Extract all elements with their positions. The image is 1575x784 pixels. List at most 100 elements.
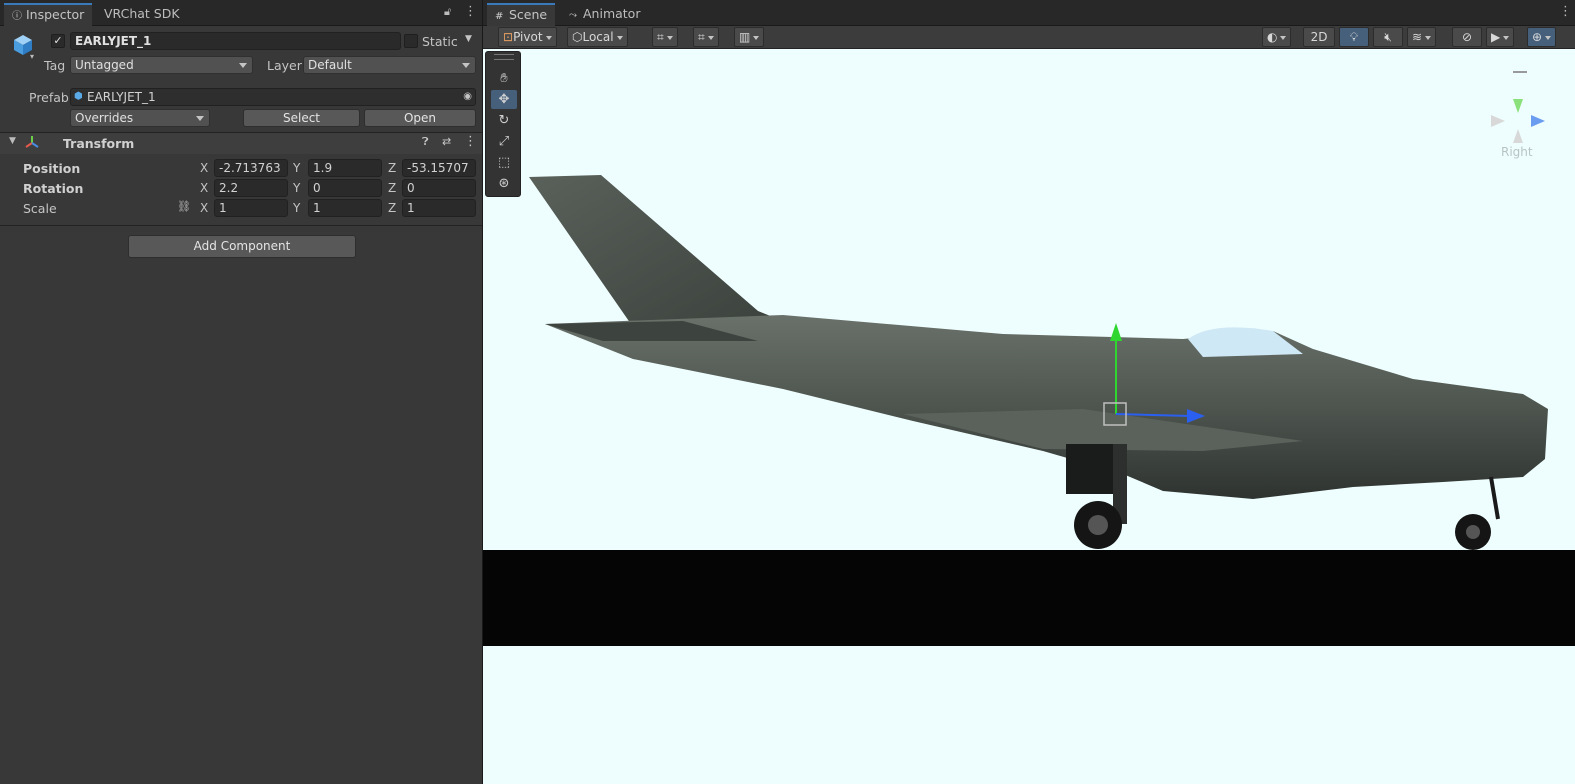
- kebab-menu-icon[interactable]: ⋮: [464, 4, 477, 19]
- scale-y-axis-label[interactable]: Y: [293, 201, 300, 215]
- presets-icon[interactable]: ⇄: [442, 135, 451, 148]
- tool-palette: ✋︎ ✥ ↻ ⤢ ⬚ ⊛: [485, 51, 521, 197]
- hand-tool-icon[interactable]: ✋︎: [491, 69, 517, 88]
- chevron-down-icon: [545, 35, 552, 40]
- eye-hidden-icon: ⊘: [1461, 30, 1473, 44]
- tab-scene[interactable]: # Scene: [487, 3, 556, 26]
- chevron-down-icon: [1503, 35, 1510, 40]
- static-dropdown-caret-icon[interactable]: ▼: [465, 34, 472, 44]
- rotation-z-field[interactable]: 0: [402, 179, 476, 197]
- grid-visibility-button[interactable]: ▥: [734, 27, 765, 47]
- draw-mode-dropdown[interactable]: ◐: [1262, 27, 1292, 47]
- tab-animator[interactable]: ⤳ Animator: [561, 3, 648, 26]
- axis-cone-icon[interactable]: [1483, 91, 1553, 151]
- prefab-label: Prefab: [29, 90, 69, 105]
- chevron-down-icon: [1425, 35, 1432, 40]
- grid-snapping-button[interactable]: ⌗: [652, 27, 678, 47]
- tab-vrchat-sdk[interactable]: VRChat SDK: [96, 3, 188, 26]
- icon-dropdown-caret-icon[interactable]: ▾: [30, 52, 34, 61]
- static-label: Static: [422, 34, 458, 49]
- rotation-y-axis-label[interactable]: Y: [293, 181, 300, 195]
- scene-tabbar: # Scene ⤳ Animator ⋮: [483, 0, 1575, 26]
- chevron-down-icon: [666, 35, 673, 40]
- position-y-axis-label[interactable]: Y: [293, 161, 300, 175]
- rotation-x-axis-label[interactable]: X: [200, 181, 208, 195]
- tag-dropdown[interactable]: Untagged: [70, 56, 253, 74]
- orientation-gizmo[interactable]: Right: [1483, 71, 1553, 171]
- inspector-tabbar: ⓘ Inspector VRChat SDK 🔓︎ ⋮: [0, 0, 482, 26]
- scale-z-field[interactable]: 1: [402, 199, 476, 217]
- chevron-down-icon: [196, 116, 204, 121]
- grid-snap-icon: ⌗: [657, 30, 664, 44]
- rotation-label: Rotation: [23, 181, 84, 196]
- grid-icon: #: [495, 11, 504, 22]
- rotation-x-field[interactable]: 2.2: [214, 179, 288, 197]
- palette-drag-handle[interactable]: [494, 54, 514, 60]
- pivot-dropdown[interactable]: ⊡Pivot: [498, 27, 557, 47]
- position-z-field[interactable]: -53.15707: [402, 159, 476, 177]
- position-label: Position: [23, 161, 81, 176]
- audio-toggle-button[interactable]: 🔇︎: [1373, 27, 1403, 47]
- scene-kebab-menu-icon[interactable]: ⋮: [1559, 4, 1572, 19]
- open-button[interactable]: Open: [364, 109, 476, 127]
- transform-header[interactable]: ▼ Transform ❓︎ ⇄ ⋮: [0, 133, 482, 154]
- tag-label: Tag: [44, 58, 66, 73]
- object-picker-icon[interactable]: ◉: [463, 89, 472, 105]
- lighting-toggle-button[interactable]: 💡︎: [1339, 27, 1369, 47]
- overrides-dropdown[interactable]: Overrides: [70, 109, 210, 127]
- position-x-axis-label[interactable]: X: [200, 161, 208, 175]
- scale-y-field[interactable]: 1: [308, 199, 382, 217]
- chevron-down-icon: [1545, 35, 1552, 40]
- select-button[interactable]: Select: [243, 109, 360, 127]
- scene-panel: # Scene ⤳ Animator ⋮ ⊡Pivot ⬡Local ⌗ ⌗ ▥ ◐…: [483, 0, 1575, 784]
- lock-icon[interactable]: 🔓︎: [444, 5, 451, 19]
- transform-icon: [24, 134, 40, 150]
- animator-icon: ⤳: [569, 10, 577, 21]
- gizmos-dropdown[interactable]: ⊕: [1527, 27, 1557, 47]
- component-menu-icon[interactable]: ⋮: [464, 134, 477, 149]
- scene-visibility-button[interactable]: ⊘: [1452, 27, 1482, 47]
- scale-z-axis-label[interactable]: Z: [388, 201, 396, 215]
- scale-x-field[interactable]: 1: [214, 199, 288, 217]
- constrain-proportions-link-icon[interactable]: ⛓: [177, 200, 191, 213]
- shading-sphere-icon: ◐: [1267, 30, 1278, 44]
- active-checkbox[interactable]: ✓: [51, 34, 65, 48]
- pivot-icon: ⊡: [503, 30, 514, 44]
- layer-dropdown[interactable]: Default: [303, 56, 476, 74]
- increment-snap-icon: ⌗: [698, 30, 705, 44]
- move-tool-icon[interactable]: ✥: [491, 90, 517, 109]
- add-component-button[interactable]: Add Component: [128, 235, 356, 258]
- 2d-toggle-button[interactable]: 2D: [1303, 27, 1335, 47]
- chevron-down-icon: [239, 63, 247, 68]
- transform-title: Transform: [63, 136, 135, 151]
- camera-icon: ▶: [1491, 30, 1501, 44]
- move-tool-gizmo[interactable]: [1083, 319, 1213, 434]
- scale-x-axis-label[interactable]: X: [200, 201, 208, 215]
- rotation-z-axis-label[interactable]: Z: [388, 181, 396, 195]
- transform-tool-icon[interactable]: ⊛: [491, 174, 517, 193]
- position-x-field[interactable]: -2.713763: [214, 159, 288, 177]
- position-y-field[interactable]: 1.9: [308, 159, 382, 177]
- scene-viewport[interactable]: ✋︎ ✥ ↻ ⤢ ⬚ ⊛ Right: [483, 49, 1575, 784]
- object-name-field[interactable]: EARLYJET_1: [70, 32, 401, 50]
- rotate-tool-icon[interactable]: ↻: [491, 111, 517, 130]
- foldout-arrow-icon[interactable]: ▼: [9, 136, 16, 146]
- help-icon[interactable]: ❓︎: [422, 135, 429, 149]
- prefab-asset-field[interactable]: ⬢ EARLYJET_1 ◉: [70, 88, 476, 106]
- position-z-axis-label[interactable]: Z: [388, 161, 396, 175]
- gizmo-menu-icon[interactable]: [1513, 71, 1527, 73]
- camera-dropdown[interactable]: ▶: [1486, 27, 1515, 47]
- layer-label: Layer: [267, 58, 302, 73]
- lightbulb-icon: 💡︎: [1349, 30, 1359, 44]
- tab-inspector[interactable]: ⓘ Inspector: [4, 3, 93, 26]
- prefab-asset-icon: ⬢: [74, 91, 83, 102]
- jet-model[interactable]: [483, 49, 1575, 784]
- scene-toolbar: ⊡Pivot ⬡Local ⌗ ⌗ ▥ ◐ 2D 💡︎ 🔇︎ ≋ ⊘ ▶ ⊕: [483, 26, 1575, 49]
- scale-tool-icon[interactable]: ⤢: [491, 132, 517, 151]
- effects-dropdown[interactable]: ≋: [1407, 27, 1437, 47]
- increment-snapping-button[interactable]: ⌗: [693, 27, 719, 47]
- local-dropdown[interactable]: ⬡Local: [567, 27, 628, 47]
- static-checkbox[interactable]: [404, 34, 418, 48]
- rotation-y-field[interactable]: 0: [308, 179, 382, 197]
- rect-tool-icon[interactable]: ⬚: [491, 153, 517, 172]
